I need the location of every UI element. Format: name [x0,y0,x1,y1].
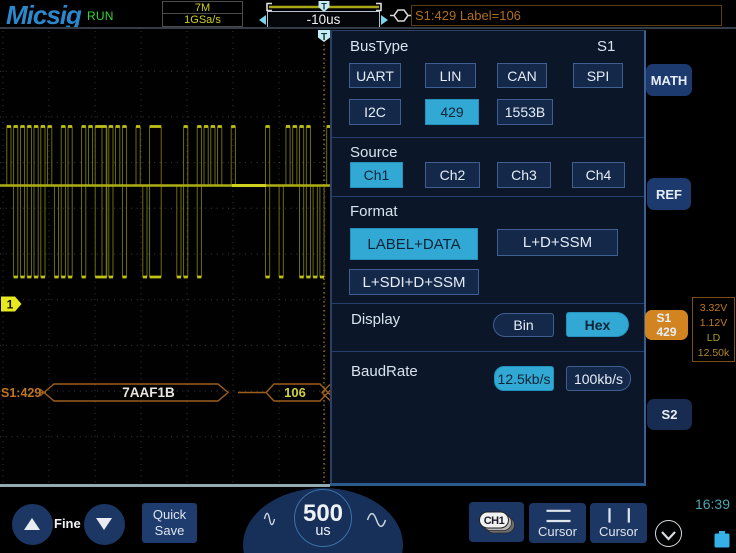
svg-text:Cursor: Cursor [599,524,639,539]
svg-text:106: 106 [284,385,306,400]
svg-text:Cursor: Cursor [538,524,578,539]
svg-text:S1:429: S1:429 [1,386,41,400]
svg-text:T: T [321,32,327,43]
svg-text:CH1: CH1 [484,515,505,527]
svg-text:7AAF1B: 7AAF1B [122,385,175,400]
svg-text:1: 1 [7,298,14,312]
svg-text:T: T [321,2,327,12]
